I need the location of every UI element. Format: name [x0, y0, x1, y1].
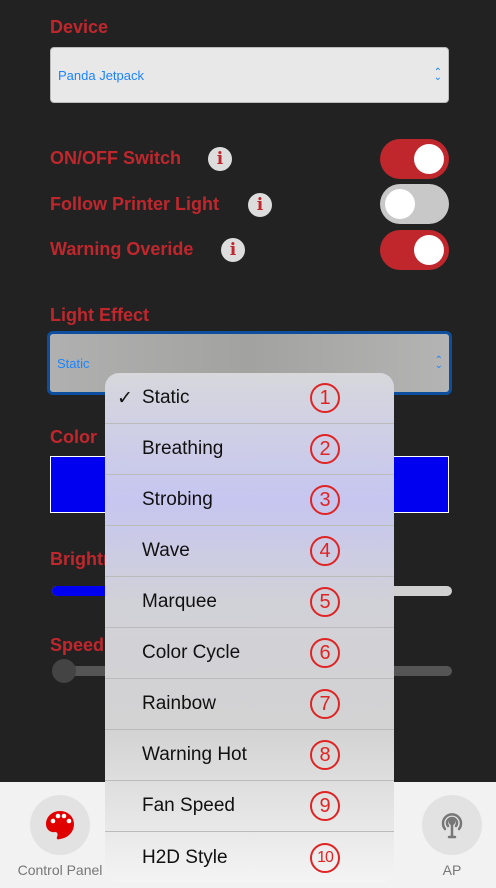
menu-item-label: Rainbow [142, 693, 216, 714]
menu-item-number: 3 [310, 485, 340, 515]
follow-printer-light-toggle[interactable] [380, 184, 449, 224]
control-panel-button[interactable] [30, 795, 90, 855]
menu-item-number: 7 [310, 689, 340, 719]
menu-item-number: 4 [310, 536, 340, 566]
menu-item-warning-hot[interactable]: Warning Hot 8 [105, 730, 394, 781]
onoff-toggle[interactable] [380, 139, 449, 179]
menu-item-label: H2D Style [142, 846, 228, 868]
menu-item-label: Strobing [142, 489, 213, 510]
palette-icon [46, 811, 74, 840]
menu-item-label: Fan Speed [142, 795, 235, 816]
menu-item-label: Warning Hot [142, 744, 247, 765]
menu-item-number: 2 [310, 434, 340, 464]
menu-item-h2d-style[interactable]: H2D Style 10 [105, 832, 394, 883]
info-icon[interactable]: i [221, 238, 245, 262]
menu-item-fan-speed[interactable]: Fan Speed 9 [105, 781, 394, 832]
menu-item-label: Color Cycle [142, 642, 241, 663]
device-select[interactable]: Panda Jetpack ⌃ ⌄ [50, 47, 449, 103]
menu-item-color-cycle[interactable]: Color Cycle 6 [105, 628, 394, 679]
menu-item-rainbow[interactable]: Rainbow 7 [105, 679, 394, 730]
menu-item-number: 1 [310, 383, 340, 413]
menu-item-number: 9 [310, 791, 340, 821]
menu-item-strobing[interactable]: Strobing 3 [105, 475, 394, 526]
speed-slider-thumb[interactable] [52, 659, 76, 683]
menu-item-number: 5 [310, 587, 340, 617]
menu-item-number: 8 [310, 740, 340, 770]
checkmark-icon: ✓ [117, 387, 133, 409]
device-label: Device [50, 17, 109, 37]
color-label: Color [50, 427, 97, 447]
menu-item-label: Wave [142, 540, 190, 561]
menu-item-static[interactable]: ✓ Static 1 [105, 373, 394, 424]
menu-item-wave[interactable]: Wave 4 [105, 526, 394, 577]
chevron-updown-icon: ⌃ ⌄ [433, 67, 442, 83]
light-effect-value: Static [57, 355, 90, 371]
info-icon[interactable]: i [248, 193, 272, 217]
warning-override-toggle[interactable] [380, 230, 449, 270]
speed-label: Speed [50, 635, 105, 655]
menu-item-label: Static [142, 387, 190, 408]
ap-button[interactable] [422, 795, 482, 855]
menu-item-breathing[interactable]: Breathing 2 [105, 424, 394, 475]
light-effect-dropdown-menu: ✓ Static 1 Breathing 2 Strobing 3 Wave 4 Marquee 5… [105, 373, 394, 883]
info-icon[interactable]: i [208, 147, 232, 171]
menu-item-label: Breathing [142, 438, 224, 459]
switch-label-onoff: ON/OFF Switch [50, 148, 182, 168]
device-value: Panda Jetpack [58, 67, 145, 83]
control-panel-label: Control Panel [17, 862, 103, 878]
antenna-icon [441, 813, 463, 839]
menu-item-number: 6 [310, 638, 340, 668]
menu-item-number: 10 [310, 842, 340, 873]
light-effect-label: Light Effect [50, 305, 149, 325]
ap-label: AP [442, 862, 462, 878]
switch-label-warning-override: Warning Overide [50, 239, 194, 259]
chevron-updown-icon: ⌃ ⌄ [434, 355, 443, 371]
menu-item-marquee[interactable]: Marquee 5 [105, 577, 394, 628]
menu-item-label: Marquee [142, 591, 217, 612]
switch-label-follow-printer-light: Follow Printer Light [50, 194, 219, 214]
